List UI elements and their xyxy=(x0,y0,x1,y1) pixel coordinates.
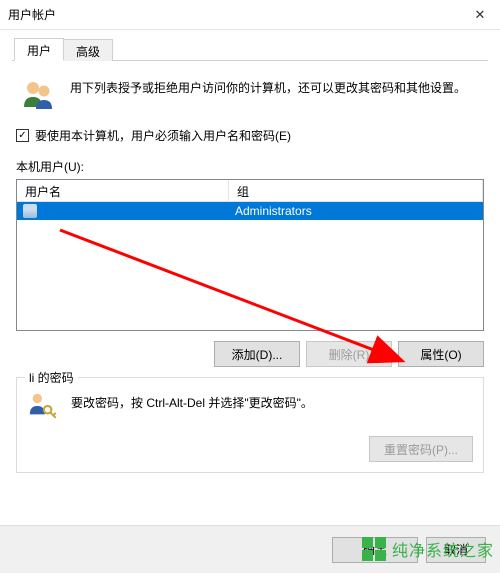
tab-advanced-label: 高级 xyxy=(76,45,100,59)
column-header-group[interactable]: 组 xyxy=(229,180,483,201)
add-button-label: 添加(D)... xyxy=(232,346,283,363)
user-buttons-row: 添加(D)... 删除(R) 属性(O) xyxy=(16,331,484,373)
tab-user-label: 用户 xyxy=(27,44,51,58)
add-button[interactable]: 添加(D)... xyxy=(214,341,300,367)
users-list-header: 用户名 组 xyxy=(17,180,483,202)
properties-button-label: 属性(O) xyxy=(420,346,461,363)
user-small-icon xyxy=(23,204,37,218)
reset-password-button[interactable]: 重置密码(P)... xyxy=(369,436,473,462)
tab-strip: 用户 高级 xyxy=(12,38,488,61)
password-group-title: li 的密码 xyxy=(25,369,78,386)
users-icon xyxy=(20,77,56,113)
title-bar: 用户帐户 ✕ xyxy=(0,0,500,30)
local-users-label: 本机用户(U): xyxy=(16,158,484,179)
tab-body-user: 用下列表授予或拒绝用户访问你的计算机，还可以更改其密码和其他设置。 ✓ 要使用本… xyxy=(12,61,488,477)
require-login-checkbox[interactable]: ✓ xyxy=(16,129,29,142)
tab-user[interactable]: 用户 xyxy=(14,38,64,61)
intro-row: 用下列表授予或拒绝用户访问你的计算机，还可以更改其密码和其他设置。 xyxy=(16,73,484,123)
watermark-text: 纯净系统之家 xyxy=(392,537,494,561)
require-login-label: 要使用本计算机，用户必须输入用户名和密码(E) xyxy=(35,127,291,144)
dialog-content: 用户 高级 用下列表授予或拒绝用户访问你的计算机，还可以更改其密码和其他设置。 … xyxy=(0,30,500,538)
reset-password-button-label: 重置密码(P)... xyxy=(384,441,458,458)
watermark-logo-icon xyxy=(362,537,386,561)
watermark: 纯净系统之家 xyxy=(362,525,500,573)
column-header-username[interactable]: 用户名 xyxy=(17,180,229,201)
password-group: li 的密码 要改密码，按 Ctrl-Alt-Del 并选择"更改密码"。 重置… xyxy=(16,377,484,473)
password-buttons-row: 重置密码(P)... xyxy=(27,420,473,462)
remove-button-label: 删除(R) xyxy=(329,346,370,363)
close-icon: ✕ xyxy=(475,7,486,23)
tab-advanced[interactable]: 高级 xyxy=(63,39,113,61)
require-login-row: ✓ 要使用本计算机，用户必须输入用户名和密码(E) xyxy=(16,123,484,158)
key-icon xyxy=(27,390,57,420)
remove-button[interactable]: 删除(R) xyxy=(306,341,392,367)
password-row: 要改密码，按 Ctrl-Alt-Del 并选择"更改密码"。 xyxy=(27,390,473,420)
checkmark-icon: ✓ xyxy=(18,131,26,141)
users-list-row[interactable]: Administrators xyxy=(17,202,483,220)
users-list[interactable]: 用户名 组 Administrators xyxy=(16,179,484,331)
window-title: 用户帐户 xyxy=(8,6,460,23)
cell-username xyxy=(17,204,229,218)
close-button[interactable]: ✕ xyxy=(460,0,500,30)
cell-group: Administrators xyxy=(229,204,483,218)
properties-button[interactable]: 属性(O) xyxy=(398,341,484,367)
password-text: 要改密码，按 Ctrl-Alt-Del 并选择"更改密码"。 xyxy=(71,390,313,411)
intro-text: 用下列表授予或拒绝用户访问你的计算机，还可以更改其密码和其他设置。 xyxy=(70,77,466,98)
